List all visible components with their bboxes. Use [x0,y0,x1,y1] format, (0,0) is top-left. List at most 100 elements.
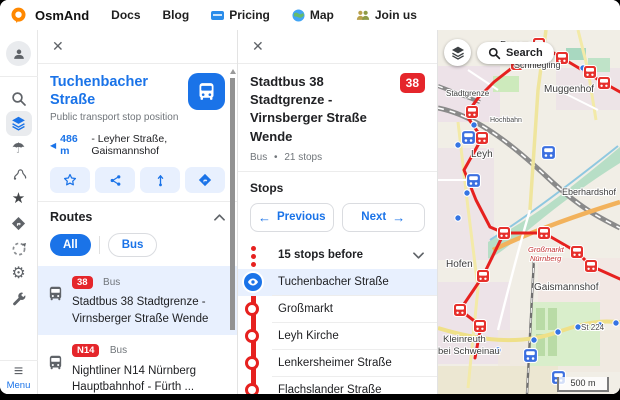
panel-scrollbar[interactable] [229,66,236,390]
stop-row-current[interactable]: Tuchenbacher Straße [238,269,437,296]
share-button[interactable] [95,167,135,193]
navigation-diamond-icon [198,173,212,187]
stop-actions [50,167,225,193]
menu-label: Menu [7,380,31,391]
sidebar-item-weather[interactable]: ☂ [6,136,32,161]
stop-marker [245,329,259,343]
globe-icon [292,9,305,22]
map-layers-button[interactable] [444,39,471,66]
route-name: Stadtbus 38 Stadtgrenze - Virnsberger St… [72,294,225,327]
osmand-logo[interactable]: OsmAnd [10,7,89,24]
nav-link-docs[interactable]: Docs [111,8,140,22]
filter-bus[interactable]: Bus [108,233,158,257]
sidebar-item-layers[interactable] [6,111,32,136]
star-icon: ★ [12,191,25,206]
stop-marker [245,356,259,370]
sidebar-item-tools[interactable] [6,286,32,311]
map-label-kleinreuth-1: Kleinreuth [443,334,486,345]
map-label-grossmarkt-1: Großmarkt [528,245,565,254]
rail-divider [0,76,38,77]
route-badge: 38 [72,276,93,289]
chevron-down-icon [413,252,424,259]
brand-label[interactable]: OsmAnd [35,8,89,23]
route-kind: Bus [110,345,127,356]
share-icon [109,174,122,187]
divider [238,171,437,172]
map-canvas[interactable]: Stadtgrenze Doos Schniegling Muggenhof H… [438,30,620,394]
map-tiles: Stadtgrenze Doos Schniegling Muggenhof H… [438,30,620,394]
star-outline-icon [63,173,77,187]
sidebar-item-navigation[interactable] [6,211,32,236]
account-avatar[interactable] [6,41,31,66]
route-badge: N14 [72,344,99,357]
map-search-label: Search [506,47,543,59]
stops-timeline: 15 stops before Tuchenbacher Straße Groß… [238,242,437,394]
pricing-card-icon [211,11,224,20]
routes-header-label: Routes [50,210,92,224]
stops-header: Stops [250,181,425,195]
bus-icon [47,354,64,371]
stop-row[interactable]: Lenkersheimer Straße [238,350,437,377]
sidebar-item-plan-route[interactable] [6,236,32,261]
distance-row: ◀ 486 m - Leyher Straße, Gaismannshof [50,133,225,157]
map-label-leyh: Leyh [471,149,493,160]
filter-all[interactable]: All [50,234,91,256]
sidebar-item-settings[interactable]: ⚙ [6,261,32,286]
map-search-button[interactable]: Search [477,42,554,64]
stop-row[interactable]: Großmarkt [238,296,437,323]
layers-icon [10,115,27,132]
filter-separator [99,236,100,254]
route-item-38[interactable]: 38 Bus Stadtbus 38 Stadtgrenze - Virnsbe… [38,266,237,334]
map-label-grossmarkt-2: Nürnberg [530,254,562,263]
stop-type-button[interactable] [188,73,225,110]
route-filters: All Bus [50,233,225,257]
close-icon[interactable]: ✕ [252,38,264,55]
stops-before-toggle[interactable]: 15 stops before [238,242,437,269]
top-navbar: OsmAnd Docs Blog Pricing Map Join us [0,0,620,30]
hamburger-icon: ≡ [14,365,23,379]
wrench-icon [11,291,26,306]
umbrella-icon: ☂ [12,141,25,156]
nav-link-pricing[interactable]: Pricing [211,8,270,22]
directions-button[interactable] [185,167,225,193]
stop-row[interactable]: Flachslander Straße [238,377,437,394]
eye-icon [247,276,259,288]
route-meta: Bus • 21 stops [250,152,425,163]
people-icon [356,9,370,21]
stop-panel-header: ✕ [38,30,237,64]
stop-row[interactable]: Leyh Kirche [238,323,437,350]
stop-marker [245,302,259,316]
route-kind: Bus [103,277,120,288]
nav-link-blog[interactable]: Blog [163,8,190,22]
scrollbar-thumb[interactable] [230,78,235,330]
arrow-left-icon: ← [258,210,271,225]
next-button[interactable]: Next → [342,203,426,232]
bus-icon [47,285,64,302]
route-item-n14[interactable]: N14 Bus Nightliner N14 Nürnberg Hauptbah… [38,335,237,394]
stops-pager: ← Previous Next → [250,203,425,232]
favorite-button[interactable] [50,167,90,193]
search-icon [488,47,501,60]
distance-address: - Leyher Straße, Gaismannshof [91,133,225,157]
sidebar-item-search[interactable] [6,86,32,111]
map-label-stadtgrenze: Stadtgrenze [446,89,490,98]
routes-section-header[interactable]: Routes [50,210,225,224]
sidebar-item-tracks[interactable] [6,161,32,186]
track-route-icon [11,166,27,182]
map-scale: 500 m [557,377,609,392]
sidebar-item-favorites[interactable]: ★ [6,186,32,211]
route-title: Stadtbus 38 Stadtgrenze - Virnsberger St… [250,73,398,146]
osmand-web-app: OsmAnd Docs Blog Pricing Map Join us [0,0,620,394]
nav-link-join-us[interactable]: Join us [356,8,417,22]
plan-route-icon [11,241,27,257]
map-label-muggenhof: Muggenhof [544,84,594,95]
measure-button[interactable] [140,167,180,193]
stop-marker [245,383,259,394]
stop-info-panel: ✕ Tuchenbacher Straße Public transport s… [38,30,238,394]
previous-button[interactable]: ← Previous [250,203,334,232]
osmand-logo-icon [10,7,27,24]
scrollbar-up-arrow[interactable] [230,66,236,74]
close-icon[interactable]: ✕ [52,38,64,55]
nav-link-map[interactable]: Map [292,8,334,22]
menu-button[interactable]: ≡ Menu [0,360,38,394]
